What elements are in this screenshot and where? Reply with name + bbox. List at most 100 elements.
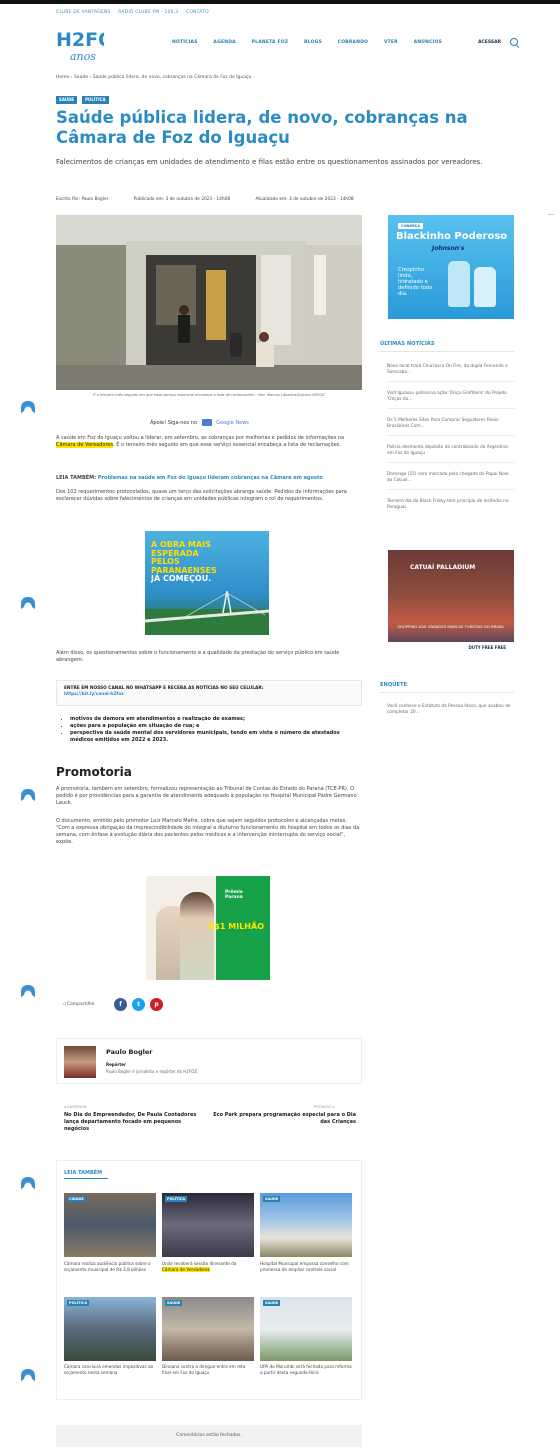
latest-news-item-2[interactable]: Visit Iguassu patrocina ação 'Onça Grafi…: [387, 391, 515, 403]
ad-banner-premio[interactable]: Prêmio Paraná R$1 MILHÃO: [146, 876, 270, 980]
related-title-6[interactable]: UPA do Morumbi será fechada para reforma…: [260, 1364, 352, 1376]
related-thumb-3[interactable]: SAÚDE: [260, 1193, 352, 1257]
poll-divider: [380, 692, 514, 693]
related-tag-5[interactable]: SAÚDE: [165, 1300, 183, 1306]
ad-obra-line1: A OBRA MAIS ESPERADA: [151, 540, 211, 558]
related-title-2-highlight[interactable]: Câmara de Vereadores: [162, 1267, 210, 1272]
related-tag-4[interactable]: POLÍTICA: [67, 1300, 90, 1306]
latest-news-heading: ÚLTIMAS NOTÍCIAS: [380, 341, 435, 347]
divider: [387, 462, 515, 463]
scroll-indicator[interactable]: [548, 214, 554, 215]
gnews-link[interactable]: Google News: [216, 420, 249, 426]
nav-cobrando[interactable]: COBRANDO: [338, 40, 368, 45]
facebook-icon: f: [119, 1001, 122, 1008]
related-thumb-1[interactable]: CIDADE: [64, 1193, 156, 1257]
nav-noticias[interactable]: NOTÍCIAS: [172, 40, 198, 45]
whatsapp-channel-box[interactable]: ENTRE EM NOSSO CANAL NO WHATSAPP E RECEB…: [56, 680, 362, 706]
chat-bubble-icon[interactable]: [20, 400, 36, 414]
list-item: perspectiva da saúde mental dos servidor…: [70, 730, 360, 744]
chat-bubble-icon[interactable]: [20, 788, 36, 802]
author-avatar[interactable]: [64, 1046, 96, 1078]
comments-closed-notice: Comentários estão fechados.: [56, 1425, 362, 1447]
leia-link[interactable]: Problemas na saúde em Foz do Iguaçu lide…: [98, 475, 323, 481]
paragraph-2: Dos 102 requerimentos protocolados, quas…: [56, 489, 347, 502]
nav-anuncios[interactable]: ANÚNCIOS: [414, 40, 442, 45]
chat-bubble-icon[interactable]: [20, 1176, 36, 1190]
related-title-4[interactable]: Câmara concluirá emendas impositivas ao …: [64, 1364, 156, 1376]
article-title: Saúde pública lidera, de novo, cobranças…: [56, 108, 468, 147]
demands-list: motivos de demora em atendimentos e real…: [64, 716, 360, 744]
related-heading: LEIA TAMBÉM: [64, 1170, 103, 1176]
bridge-illustration: [145, 591, 269, 635]
article-meta: Escrito Por: Paulo Bogler Publicado em: …: [56, 197, 378, 202]
sidebar-ad-johnsons[interactable]: CONHEÇA Blackinho Poderoso Johnson's Cre…: [388, 215, 514, 319]
related-title-3[interactable]: Hospital Municipal empossa conselho com …: [260, 1261, 352, 1273]
google-news-cta[interactable]: Apoie! Siga-nos no Google News: [150, 419, 249, 426]
related-tag-1[interactable]: CIDADE: [67, 1196, 86, 1202]
latest-news-divider: [380, 351, 514, 352]
side-ad2-text: SHOPPING DAS GRANDES MARCAS TURISTAS DO …: [397, 624, 505, 629]
p1-text-b: . É o terceiro mês seguido em que esse s…: [113, 442, 341, 448]
side-ad-text: Crespinho lindo, hidratado e definido to…: [398, 267, 433, 297]
latest-news-item-6[interactable]: Terceiro dia da Black Friday tem princíp…: [387, 499, 515, 511]
related-title-1[interactable]: Câmara realiza audiência pública sobre o…: [64, 1261, 156, 1273]
related-thumb-4[interactable]: POLÍTICA: [64, 1297, 156, 1361]
related-tag-6[interactable]: SAÚDE: [263, 1300, 281, 1306]
google-news-icon: [201, 419, 212, 426]
search-icon[interactable]: [510, 38, 518, 46]
poll-question[interactable]: Você conhece o Estatuto da Pessoa Idosa,…: [387, 704, 515, 716]
chat-bubble-icon[interactable]: [20, 596, 36, 610]
top-link-clube[interactable]: CLUBE DE VANTAGENS: [56, 10, 111, 15]
chat-bubble-icon[interactable]: [20, 984, 36, 998]
related-heading-underline: [64, 1178, 108, 1180]
chat-bubble-icon[interactable]: [20, 1368, 36, 1382]
facebook-share-button[interactable]: f: [114, 998, 127, 1011]
leia-label: LEIA TAMBÉM:: [56, 475, 97, 481]
top-link-contato[interactable]: CONTATO: [186, 10, 209, 15]
ad-obra-line3: JÁ COMEÇOU.: [151, 574, 212, 583]
tag-saude[interactable]: SAÚDE: [56, 96, 78, 104]
p1-text-a: A saúde em Foz do Iguaçu voltou a lidera…: [56, 435, 345, 441]
nav-vter[interactable]: VTER: [384, 40, 398, 45]
latest-news-item-4[interactable]: Polícia desmonta depósito de contrabando…: [387, 445, 515, 457]
main-nav: NOTÍCIAS AGENDA PLANETA FOZ BLOGS COBRAN…: [172, 40, 456, 45]
ad-banner-obra[interactable]: A OBRA MAIS ESPERADA PELOS PARANAENSES J…: [145, 531, 269, 635]
login-link[interactable]: ACESSAR: [478, 40, 501, 45]
prev-post-link[interactable]: No Dia do Empreendedor, De Paula Contado…: [64, 1112, 204, 1133]
list-item: ações para a população em situação de ru…: [70, 723, 360, 730]
latest-news-item-5[interactable]: Domingo (15) será marcado pela chegada d…: [387, 472, 515, 484]
top-link-radio[interactable]: RADIO CLUBE FM - 100,3: [118, 10, 178, 15]
gnews-prefix: Apoie! Siga-nos no: [150, 420, 197, 426]
meta-author[interactable]: Escrito Por: Paulo Bogler: [56, 197, 108, 202]
nav-agenda[interactable]: AGENDA: [213, 40, 235, 45]
health-unit-photo: [56, 215, 362, 390]
next-post-link[interactable]: Eco Park prepara programação especial pa…: [212, 1112, 356, 1126]
whatsapp-link[interactable]: https://bit.ly/canal-h2foz: [64, 692, 354, 698]
related-title-2[interactable]: Unila receberá sessão itinerante da Câma…: [162, 1261, 254, 1273]
nav-blogs[interactable]: BLOGS: [304, 40, 322, 45]
top-bar: [0, 0, 560, 4]
related-tag-3[interactable]: SAÚDE: [263, 1196, 281, 1202]
breadcrumb[interactable]: Home › Saúde › Saúde pública lidera, de …: [56, 75, 251, 80]
tag-politica[interactable]: POLÍTICA: [82, 96, 109, 104]
pinterest-icon: p: [154, 1001, 159, 1008]
related-tag-2[interactable]: POLÍTICA: [165, 1196, 188, 1202]
latest-news-item-1[interactable]: Novo local trará Churrasco On Fire, da d…: [387, 364, 515, 376]
related-thumb-5[interactable]: SAÚDE: [162, 1297, 254, 1361]
image-caption: É o terceiro mês seguido em que esse ser…: [93, 393, 325, 397]
site-logo[interactable]: H2FOZ anos: [56, 26, 104, 66]
product-bottle-2: [474, 267, 496, 307]
sidebar-ad-catuai[interactable]: CATUAÍ PALLADIUM SHOPPING DAS GRANDES MA…: [388, 550, 514, 654]
paragraph-1: A saúde em Foz do Iguaçu voltou a lidera…: [56, 435, 362, 449]
next-post-label: PRÓXIMO ▸: [314, 1104, 335, 1109]
latest-news-item-3[interactable]: Os 5 Melhores Sites Para Comprar Seguido…: [387, 418, 515, 430]
related-thumb-6[interactable]: SAÚDE: [260, 1297, 352, 1361]
twitter-share-button[interactable]: t: [132, 998, 145, 1011]
related-title-5[interactable]: Dinoano contra a dengue entra em reta fi…: [162, 1364, 254, 1376]
nav-planeta-foz[interactable]: PLANETA FOZ: [252, 40, 289, 45]
pinterest-share-button[interactable]: p: [150, 998, 163, 1011]
ad-obra-text: A OBRA MAIS ESPERADA PELOS PARANAENSES J…: [151, 540, 225, 584]
related-thumb-2[interactable]: POLÍTICA: [162, 1193, 254, 1257]
author-name[interactable]: Paulo Bogler: [106, 1048, 152, 1056]
link-camara-vereadores[interactable]: Câmara de Vereadores: [56, 442, 114, 448]
